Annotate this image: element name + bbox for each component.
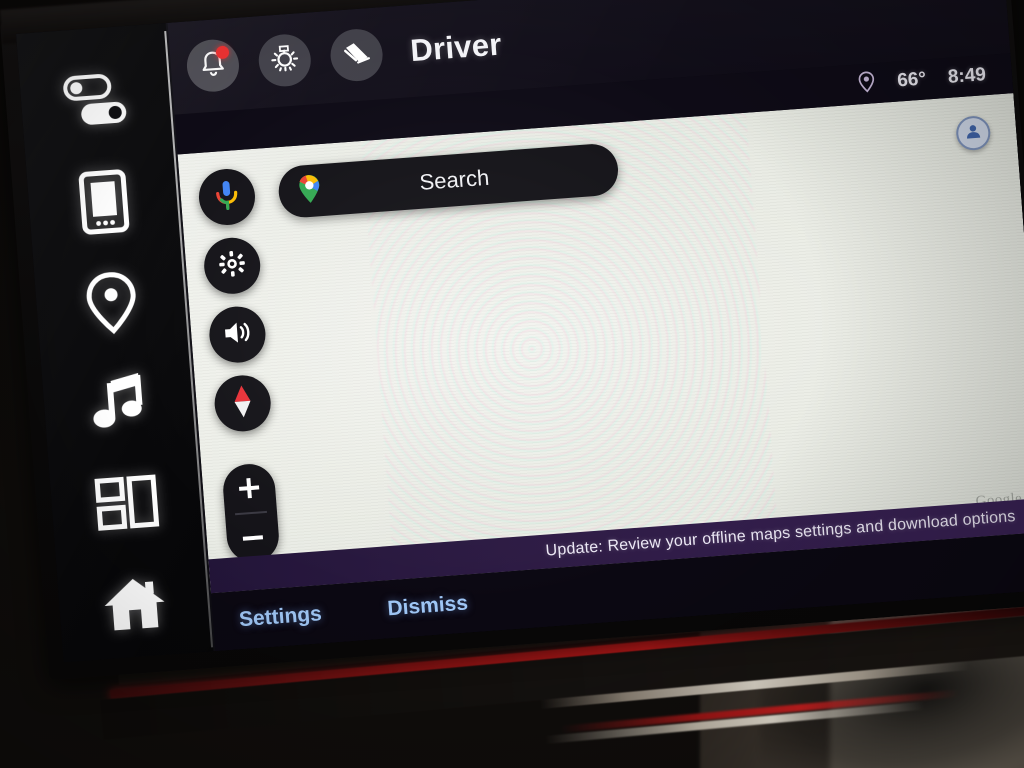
assistant-button[interactable]: [196, 167, 258, 227]
phone-device-icon: [78, 168, 131, 235]
brightness-sun-icon: [268, 42, 301, 79]
sidebar-item-climate[interactable]: [45, 51, 148, 152]
notification-badge: [215, 45, 230, 60]
photo-of-infotainment-screen: Driver 66° 8:49 Search Update: Review yo…: [0, 0, 1024, 768]
google-maps-app: 66° 8:49 Google: [174, 53, 1024, 652]
page-title: Driver: [409, 26, 503, 69]
zoom-in-button[interactable]: [221, 462, 277, 514]
status-location-icon: [857, 70, 876, 98]
temperature-readout: 66°: [896, 68, 927, 92]
gear-icon: [217, 248, 247, 283]
display-screen-area: Driver 66° 8:49 Search Update: Review yo…: [16, 0, 1024, 663]
home-icon: [101, 574, 169, 633]
brightness-button[interactable]: [256, 32, 313, 89]
climate-toggles-icon: [58, 71, 134, 132]
sound-button[interactable]: [207, 304, 268, 365]
compass-needle-icon: [231, 383, 254, 423]
notification-dismiss-button[interactable]: Dismiss: [387, 591, 469, 621]
volume-speaker-icon: [221, 318, 253, 351]
account-avatar-icon: [963, 121, 983, 145]
zoom-control: [221, 462, 281, 564]
windshield-wiper-icon: [340, 37, 373, 74]
minus-icon: [242, 535, 264, 541]
google-assistant-mic-icon: [211, 177, 244, 216]
notification-settings-button[interactable]: Settings: [238, 602, 322, 632]
compass-button[interactable]: [212, 373, 273, 434]
map-settings-button[interactable]: [202, 235, 263, 296]
notifications-button[interactable]: [185, 37, 241, 94]
sidebar-item-home[interactable]: [83, 553, 186, 654]
sidebar-item-apps[interactable]: [75, 452, 178, 553]
apps-grid-icon: [94, 474, 160, 532]
music-note-icon: [88, 371, 150, 435]
clock-readout: 8:49: [947, 64, 987, 88]
main-panel: Driver 66° 8:49 Search Update: Review yo…: [167, 0, 1024, 652]
wiper-button[interactable]: [328, 27, 385, 83]
location-pin-icon: [84, 269, 139, 336]
infotainment-ui: Driver 66° 8:49 Search Update: Review yo…: [16, 0, 1024, 663]
google-maps-pin-icon: [293, 171, 326, 210]
sidebar-item-media[interactable]: [68, 352, 171, 453]
sidebar-item-navigation[interactable]: [60, 252, 163, 353]
search-label: Search: [418, 164, 491, 195]
sidebar-item-phone[interactable]: [53, 151, 156, 252]
plus-icon: [238, 478, 260, 499]
